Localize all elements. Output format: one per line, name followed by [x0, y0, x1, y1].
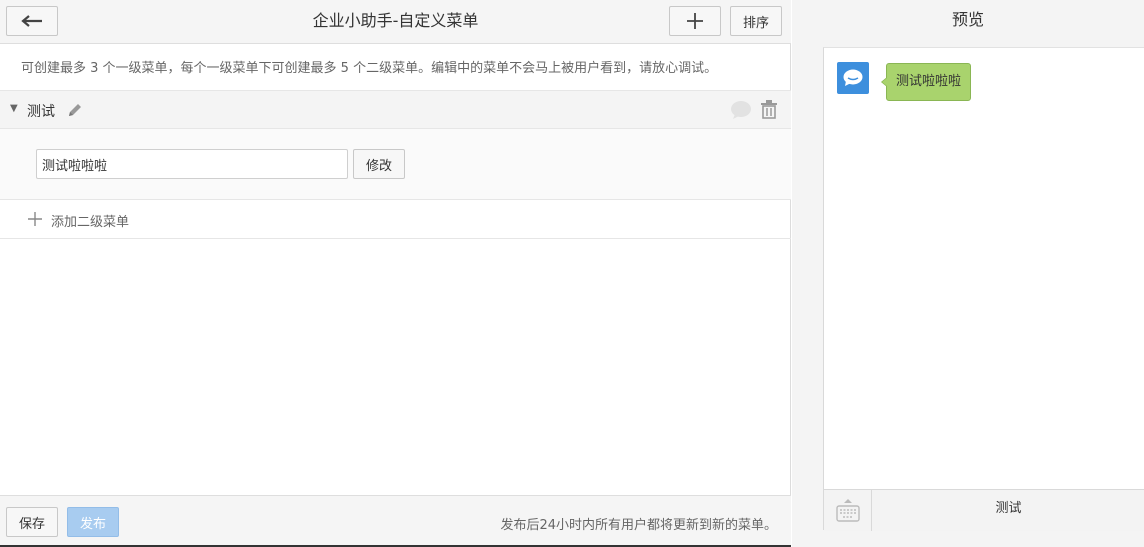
app-root: 企业小助手-自定义菜单 排序 可创建最多 3 个一级菜单，每个一级菜单下可创建最…	[0, 0, 1144, 547]
arrow-left-icon	[21, 15, 42, 27]
phone-preview: 测试啦啦啦 测试	[823, 47, 1144, 531]
menu-name-input[interactable]	[36, 149, 348, 179]
message-bubble: 测试啦啦啦	[880, 63, 972, 101]
sort-button[interactable]: 排序	[730, 6, 782, 36]
chat-bubble-icon	[843, 69, 863, 86]
add-submenu-label: 添加二级菜单	[51, 215, 130, 230]
pencil-icon[interactable]	[66, 101, 84, 123]
keyboard-icon	[835, 498, 860, 522]
chat-bubble-icon[interactable]	[730, 100, 752, 124]
menu-editor-panel: 企业小助手-自定义菜单 排序 可创建最多 3 个一级菜单，每个一级菜单下可创建最…	[0, 0, 791, 547]
back-button[interactable]	[6, 6, 58, 36]
add-menu-button[interactable]	[669, 6, 721, 36]
keyboard-toggle[interactable]	[824, 490, 872, 531]
trash-icon[interactable]	[760, 100, 778, 123]
menu-edit-area: 修改	[0, 129, 791, 200]
publish-button[interactable]: 发布	[67, 507, 119, 537]
menu-item-row[interactable]: ▼ 测试	[0, 90, 791, 129]
preview-menu-tab[interactable]: 测试	[872, 490, 1144, 531]
editor-toolbar: 企业小助手-自定义菜单 排序	[0, 0, 791, 44]
menu-item-name: 测试	[27, 104, 55, 120]
preview-title: 预览	[951, 10, 984, 29]
avatar	[837, 62, 869, 94]
publish-tip: 发布后24小时内所有用户都将更新到新的菜单。	[500, 518, 777, 533]
add-submenu-button[interactable]: 添加二级菜单	[0, 200, 791, 239]
modify-button[interactable]: 修改	[353, 149, 405, 179]
caret-down-icon[interactable]: ▼	[10, 103, 18, 114]
editor-footer: 保存 发布 发布后24小时内所有用户都将更新到新的菜单。	[0, 495, 791, 546]
plus-icon	[687, 13, 703, 29]
preview-menu-bar: 测试	[824, 489, 1144, 531]
save-button[interactable]: 保存	[6, 507, 58, 537]
preview-panel: 预览 测试啦啦啦 测试	[792, 0, 1144, 547]
plus-icon	[27, 211, 43, 231]
menu-limit-notice: 可创建最多 3 个一级菜单，每个一级菜单下可创建最多 5 个二级菜单。编辑中的菜…	[21, 61, 718, 76]
